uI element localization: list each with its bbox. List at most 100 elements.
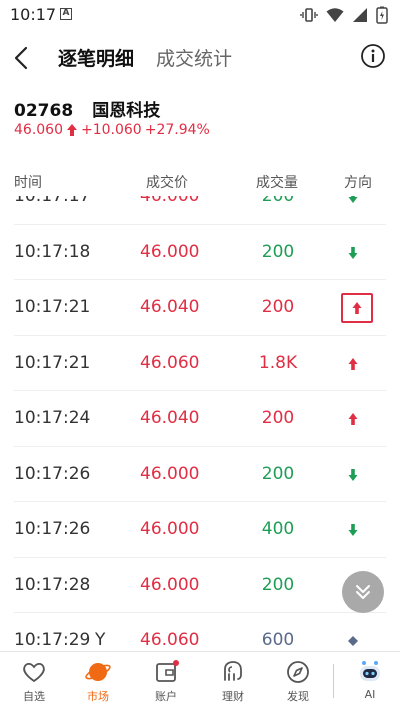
battery-icon [376, 6, 388, 24]
double-chevron-down-icon [356, 585, 370, 599]
wallet-icon [152, 658, 180, 686]
bottom-nav-label: 市场 [87, 690, 109, 703]
bottom-nav-label: AI [364, 688, 376, 701]
column-header-volume: 成交量 [256, 175, 298, 191]
column-header-time: 时间 [14, 175, 42, 191]
bottom-nav-item[interactable]: 账户 [136, 658, 196, 704]
table-row: 10:17:28 46.000 200 [14, 558, 386, 613]
trade-volume: 200 [261, 297, 295, 317]
arrow-up-icon [348, 357, 358, 370]
trade-price: 46.000 [140, 241, 200, 262]
arrow-up-icon [352, 302, 362, 314]
bottom-nav-item[interactable]: 市场 [68, 658, 128, 704]
wifi-icon [326, 8, 344, 22]
trade-direction [338, 517, 368, 543]
trade-time: 10:17:24 [14, 408, 91, 428]
stock-change: +10.060 [81, 122, 142, 138]
stock-header: 02768 国恩科技 [14, 96, 160, 121]
table-row: 10:17:17 46.000 200 [14, 196, 386, 225]
trade-price: 46.060 [140, 352, 200, 373]
trade-price: 46.000 [140, 463, 200, 484]
arrow-up-icon [67, 124, 77, 136]
bottom-nav-item[interactable]: 理财 [203, 658, 263, 704]
column-header-price: 成交价 [146, 175, 188, 191]
nav-bar: 逐笔明细 成交统计 [0, 38, 400, 78]
trade-price: 46.040 [140, 408, 200, 428]
planet-icon [84, 658, 112, 686]
trade-volume: 1.8K [258, 352, 298, 373]
bottom-nav-label: 账户 [155, 690, 177, 703]
trade-volume: 200 [261, 408, 295, 428]
trade-time: 10:17:21 [14, 297, 91, 317]
arrow-down-icon [348, 468, 358, 481]
bottom-nav-item[interactable]: 自选 [4, 658, 64, 704]
table-row: 10:17:21 46.040 200 [14, 280, 386, 336]
trade-time: 10:17:21 [14, 352, 91, 373]
trade-price: 46.000 [140, 196, 200, 206]
heart-icon [20, 658, 48, 686]
bottom-nav-label: 自选 [23, 690, 45, 703]
table-row: 10:17:26 46.000 200 [14, 447, 386, 502]
bottom-nav-label: 发现 [287, 690, 309, 703]
trade-direction [338, 240, 368, 266]
trade-time: 10:17:26 [14, 463, 91, 484]
arrow-down-icon [348, 524, 358, 536]
trade-price: 46.040 [140, 297, 200, 317]
trade-volume: 600 [261, 630, 295, 650]
diamond-icon [348, 636, 358, 646]
bottom-nav-item[interactable]: 发现 [268, 658, 328, 704]
trade-time: 10:17:17 [14, 196, 91, 206]
stock-quote: 46.060 +10.060 +27.94% [14, 122, 210, 138]
trade-volume: 200 [261, 196, 295, 206]
trade-direction [338, 462, 368, 488]
bottom-nav-item[interactable]: AI [340, 658, 400, 701]
arrow-up-icon [348, 413, 358, 425]
stock-price: 46.060 [14, 122, 63, 138]
bottom-nav: 自选 市场 账户 理财 发现 AI [0, 651, 400, 711]
trade-volume: 200 [261, 241, 295, 262]
table-row: 10:17:24 46.040 200 [14, 391, 386, 447]
table-row: 10:17:18 46.000 200 [14, 225, 386, 280]
signal-icon [353, 8, 367, 22]
back-arrow-icon[interactable] [10, 44, 34, 72]
table-row: 10:17:29 Y 46.060 600 [14, 613, 386, 651]
arrow-down-icon [348, 196, 358, 203]
scroll-bottom-button[interactable] [342, 571, 384, 613]
elephant-icon [219, 658, 247, 686]
trade-price: 46.000 [140, 574, 200, 595]
tab-tick-details[interactable]: 逐笔明细 [58, 44, 134, 71]
trade-direction [338, 196, 368, 210]
stock-percent: +27.94% [144, 122, 210, 138]
trade-time: 10:17:29 [14, 630, 91, 650]
trade-time: 10:17:18 [14, 241, 91, 262]
table-row: 10:17:26 46.000 400 [14, 502, 386, 558]
trade-flag: Y [95, 630, 106, 650]
notification-a-icon: A [60, 8, 72, 20]
trade-direction [341, 293, 373, 323]
trade-time: 10:17:26 [14, 519, 91, 539]
column-header-direction: 方向 [344, 175, 372, 191]
bottom-nav-label: 理财 [222, 690, 244, 703]
trade-direction [338, 406, 368, 432]
trade-direction [338, 351, 368, 377]
status-bar: 10:17 A [0, 0, 400, 30]
table-row: 10:17:21 46.060 1.8K [14, 336, 386, 391]
trade-price: 46.060 [140, 630, 200, 650]
trade-list[interactable]: 10:17:17 46.000 200 10:17:18 46.000 200 10:17:… [0, 196, 400, 651]
tab-trade-stats[interactable]: 成交统计 [156, 44, 232, 71]
stock-name: 国恩科技 [92, 101, 161, 121]
info-icon[interactable] [360, 43, 386, 69]
trade-volume: 400 [261, 519, 295, 539]
trade-time: 10:17:28 [14, 574, 91, 595]
trade-direction [338, 628, 368, 651]
trade-volume: 200 [261, 574, 295, 595]
trade-volume: 200 [261, 463, 295, 484]
trade-price: 46.000 [140, 519, 200, 539]
compass-icon [284, 658, 312, 686]
arrow-down-icon [348, 246, 358, 259]
status-time: 10:17 [10, 5, 57, 24]
stock-code: 02768 [14, 101, 74, 121]
bottom-divider [333, 664, 334, 698]
robot-icon [356, 658, 384, 686]
vibrate-icon [300, 8, 318, 22]
